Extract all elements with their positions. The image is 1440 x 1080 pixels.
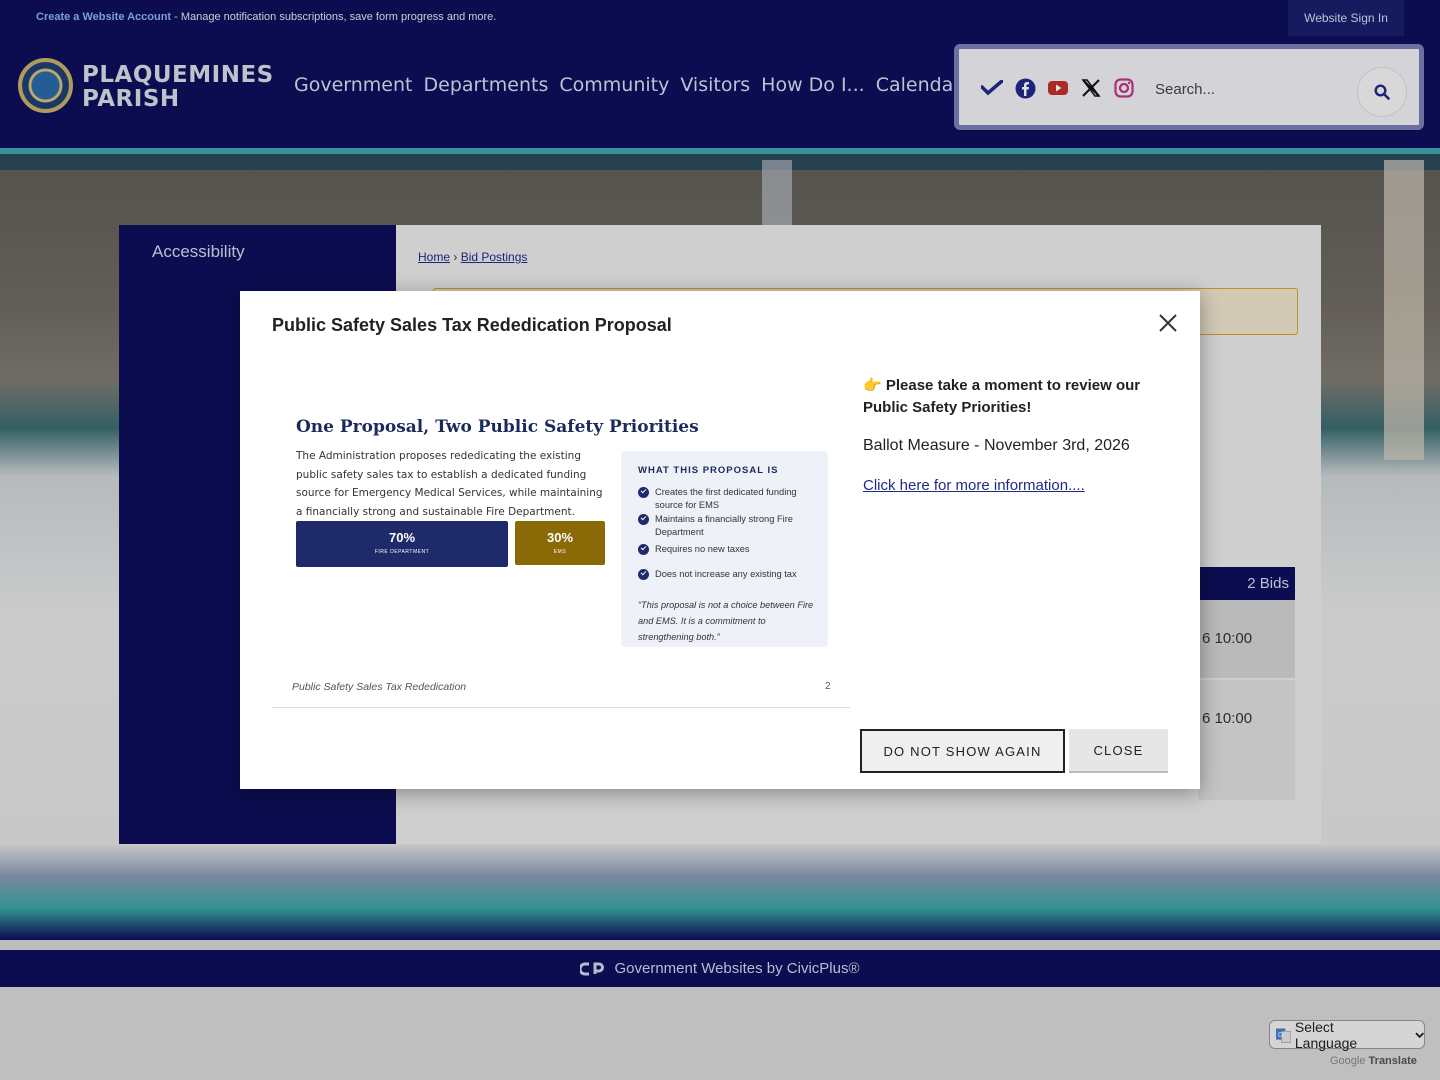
slide-divider: [272, 707, 850, 708]
check-icon: [638, 487, 649, 498]
list-item-text: Does not increase any existing tax: [655, 569, 797, 579]
list-item: Creates the first dedicated funding sour…: [638, 486, 818, 512]
check-icon: [638, 544, 649, 555]
list-item-text: Requires no new taxes: [655, 544, 750, 554]
check-icon: [638, 514, 649, 525]
modal-title: Public Safety Sales Tax Rededication Pro…: [272, 315, 672, 335]
review-prompt-text: Please take a moment to review our Publi…: [863, 377, 1141, 416]
slide-footer: Public Safety Sales Tax Rededication: [292, 681, 467, 693]
ems-share-percent: 30%: [546, 530, 574, 545]
close-icon[interactable]: [1156, 311, 1180, 335]
do-not-show-again-button[interactable]: DO NOT SHOW AGAIN: [860, 729, 1065, 773]
slide-page-number: 2: [825, 681, 831, 692]
list-item-text: Maintains a financially strong Fire Depa…: [655, 514, 793, 537]
proposal-summary-box: WHAT THIS PROPOSAL IS Creates the first …: [621, 451, 828, 647]
proposal-box-heading: WHAT THIS PROPOSAL IS: [638, 465, 779, 476]
announcement-modal: Public Safety Sales Tax Rededication Pro…: [240, 291, 1200, 789]
fire-share-label: FIRE DEPARTMENT: [374, 549, 430, 555]
slide-body: The Administration proposes rededicating…: [296, 450, 603, 518]
review-prompt: 👉 Please take a moment to review our Pub…: [863, 375, 1163, 419]
list-item: Does not increase any existing tax: [638, 568, 818, 581]
fire-share-percent: 70%: [388, 530, 416, 545]
list-item: Requires no new taxes: [638, 543, 818, 556]
proposal-quote: “This proposal is not a choice between F…: [638, 600, 814, 642]
ems-share: 30% EMS: [515, 521, 605, 565]
proposal-slide-image: One Proposal, Two Public Safety Prioriti…: [272, 353, 850, 709]
list-item: Maintains a financially strong Fire Depa…: [638, 513, 818, 539]
pointing-hand-icon: 👉: [863, 377, 882, 394]
close-button[interactable]: CLOSE: [1069, 729, 1168, 773]
more-info-link[interactable]: Click here for more information....: [863, 477, 1085, 494]
slide-heading: One Proposal, Two Public Safety Prioriti…: [296, 417, 699, 437]
ems-share-label: EMS: [553, 549, 567, 555]
list-item-text: Creates the first dedicated funding sour…: [655, 487, 797, 510]
fire-department-share: 70% FIRE DEPARTMENT: [296, 521, 508, 567]
check-icon: [638, 569, 649, 580]
ballot-measure-date: Ballot Measure - November 3rd, 2026: [863, 437, 1130, 454]
